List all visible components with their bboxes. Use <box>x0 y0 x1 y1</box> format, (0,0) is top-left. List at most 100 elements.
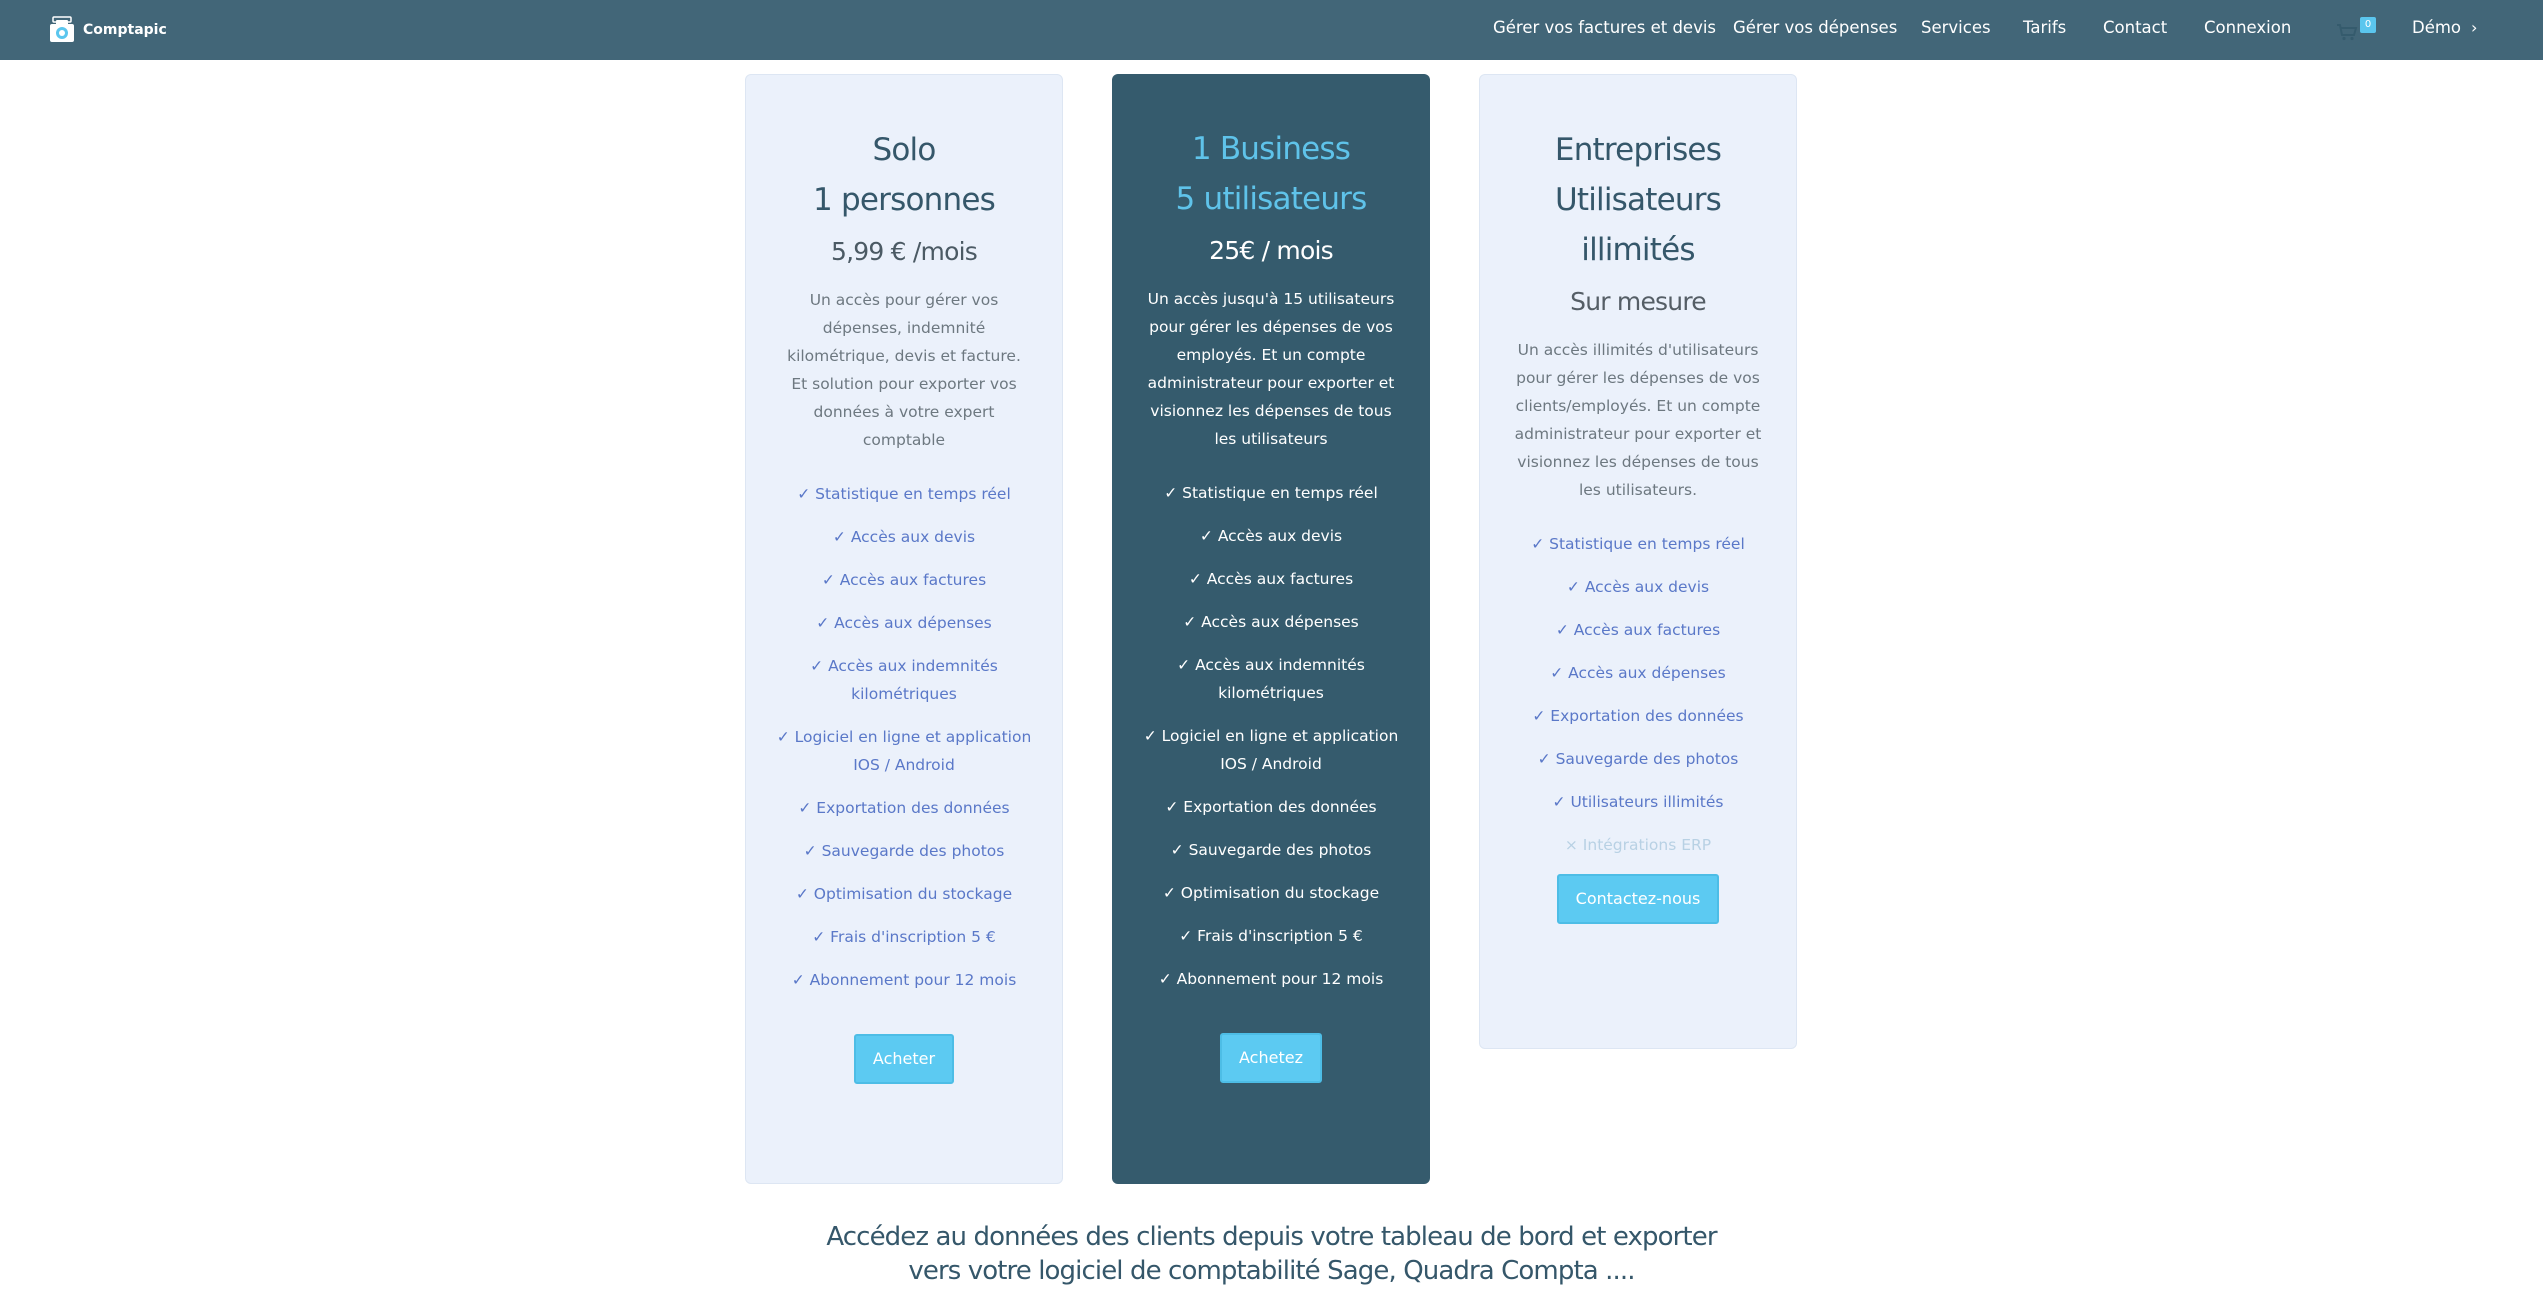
feature-item: ✓ Frais d'inscription 5 € <box>1179 927 1363 945</box>
plan-title-line2: 1 personnes <box>813 182 996 218</box>
feature-item: ✓ Accès aux devis <box>1566 578 1710 596</box>
feature-item: ✓ Exportation des données <box>1165 798 1377 816</box>
plan-title-line1: 1 Business <box>1191 131 1351 167</box>
buy-button-business[interactable]: Achetez <box>1220 1033 1322 1083</box>
feature-item-disabled: × Intégrations ERP <box>1564 836 1712 854</box>
pricing-card-solo: Solo 1 personnes 5,99 € /mois Un accès p… <box>745 74 1063 1184</box>
plan-title-line3: illimités <box>1581 232 1695 268</box>
feature-item: ✓ Logiciel en ligne et application IOS /… <box>776 728 1032 774</box>
feature-item: ✓ Accès aux dépenses <box>816 614 992 632</box>
check-icon: ✓ <box>776 728 790 746</box>
plan-description: Un accès illimités d'utilisateurs pour g… <box>1514 341 1762 499</box>
check-icon: ✓ <box>1158 970 1172 988</box>
cross-icon: × <box>1564 836 1578 854</box>
check-icon: ✓ <box>1537 750 1551 768</box>
feature-item: ✓ Accès aux factures <box>1555 621 1721 639</box>
feature-item: ✓ Exportation des données <box>1532 707 1744 725</box>
camera-logo-icon <box>50 16 74 42</box>
feature-item: ✓ Statistique en temps réel <box>1531 535 1745 553</box>
feature-item: ✓ Accès aux factures <box>821 571 987 589</box>
check-icon: ✓ <box>797 485 811 503</box>
check-icon: ✓ <box>1532 707 1546 725</box>
check-icon: ✓ <box>810 657 824 675</box>
nav-link-contact[interactable]: Contact <box>2103 18 2167 37</box>
bottom-headline-line2: vers votre logiciel de comptabilité Sage… <box>908 1256 1635 1286</box>
check-icon: ✓ <box>1552 793 1566 811</box>
check-icon: ✓ <box>812 928 826 946</box>
cart-count-badge: 0 <box>2360 17 2376 33</box>
check-icon: ✓ <box>1531 535 1545 553</box>
plan-title-line1: Entreprises <box>1554 132 1722 168</box>
contact-button-entreprises[interactable]: Contactez-nous <box>1557 874 1719 924</box>
nav-link-tarifs[interactable]: Tarifs <box>2023 18 2066 37</box>
check-icon: ✓ <box>1170 841 1184 859</box>
feature-item: ✓ Sauvegarde des photos <box>1537 750 1739 768</box>
feature-item: ✓ Statistique en temps réel <box>797 485 1011 503</box>
check-icon: ✓ <box>1165 798 1179 816</box>
check-icon: ✓ <box>1550 664 1564 682</box>
feature-item: ✓ Logiciel en ligne et application IOS /… <box>1143 727 1399 773</box>
bottom-headline-line1: Accédez au données des clients depuis vo… <box>826 1222 1717 1252</box>
check-icon: ✓ <box>1164 484 1178 502</box>
plan-price: Sur mesure <box>1570 287 1706 316</box>
feature-item: ✓ Accès aux indemnités kilométriques <box>810 657 998 703</box>
feature-item: ✓ Accès aux dépenses <box>1183 613 1359 631</box>
feature-list: ✓ Statistique en temps réel ✓ Accès aux … <box>1480 530 1796 859</box>
plan-price: 25€ / mois <box>1209 236 1333 265</box>
plan-title-line2: Utilisateurs <box>1554 182 1722 218</box>
check-icon: ✓ <box>1183 613 1197 631</box>
plan-title-line1: Solo <box>872 132 936 168</box>
nav-link-connexion[interactable]: Connexion <box>2204 18 2291 37</box>
feature-item: ✓ Optimisation du stockage <box>795 885 1013 903</box>
bottom-headline: Accédez au données des clients depuis vo… <box>0 1220 2543 1288</box>
check-icon: ✓ <box>1188 570 1202 588</box>
check-icon: ✓ <box>798 799 812 817</box>
plan-price: 5,99 € /mois <box>831 237 978 266</box>
nav-link-factures-devis[interactable]: Gérer vos factures et devis <box>1493 18 1716 37</box>
check-icon: ✓ <box>791 971 805 989</box>
feature-item: ✓ Abonnement pour 12 mois <box>1158 970 1384 988</box>
plan-title-line2: 5 utilisateurs <box>1175 181 1368 217</box>
feature-item: ✓ Sauvegarde des photos <box>803 842 1005 860</box>
check-icon: ✓ <box>1162 884 1176 902</box>
feature-item: ✓ Sauvegarde des photos <box>1170 841 1372 859</box>
feature-item: ✓ Statistique en temps réel <box>1164 484 1378 502</box>
feature-item: ✓ Accès aux dépenses <box>1550 664 1726 682</box>
feature-item: ✓ Accès aux factures <box>1188 570 1354 588</box>
feature-item: ✓ Accès aux devis <box>1199 527 1343 545</box>
check-icon: ✓ <box>1179 927 1193 945</box>
check-icon: ✓ <box>803 842 817 860</box>
feature-item: ✓ Exportation des données <box>798 799 1010 817</box>
check-icon: ✓ <box>795 885 809 903</box>
nav-link-depenses[interactable]: Gérer vos dépenses <box>1733 18 1897 37</box>
check-icon: ✓ <box>1566 578 1580 596</box>
check-icon: ✓ <box>1199 527 1213 545</box>
check-icon: ✓ <box>1555 621 1569 639</box>
cart-icon <box>2337 24 2358 41</box>
check-icon: ✓ <box>821 571 835 589</box>
cart-button[interactable]: 0 <box>2336 17 2376 43</box>
buy-button-solo[interactable]: Acheter <box>854 1034 954 1084</box>
check-icon: ✓ <box>1143 727 1157 745</box>
feature-item: ✓ Accès aux indemnités kilométriques <box>1177 656 1365 702</box>
pricing-card-business: 1 Business 5 utilisateurs 25€ / mois Un … <box>1112 74 1430 1184</box>
brand-logo[interactable]: Comptapic <box>47 15 167 45</box>
brand-name: Comptapic <box>83 22 167 38</box>
feature-item: ✓ Accès aux devis <box>832 528 976 546</box>
plan-description: Un accès pour gérer vos dépenses, indemn… <box>787 291 1021 449</box>
top-navbar: Comptapic Gérer vos factures et devis Gé… <box>0 0 2543 60</box>
plan-description: Un accès jusqu'à 15 utilisateurs pour gé… <box>1147 290 1395 448</box>
feature-item: ✓ Frais d'inscription 5 € <box>812 928 996 946</box>
pricing-card-entreprises: Entreprises Utilisateurs illimités Sur m… <box>1479 74 1797 1049</box>
demo-label: Démo <box>2412 18 2462 37</box>
chevron-right-icon: › <box>2471 18 2478 37</box>
feature-item: ✓ Utilisateurs illimités <box>1552 793 1724 811</box>
feature-item: ✓ Abonnement pour 12 mois <box>791 971 1017 989</box>
feature-item: ✓ Optimisation du stockage <box>1162 884 1380 902</box>
feature-list: ✓ Statistique en temps réel ✓ Accès aux … <box>746 480 1062 994</box>
check-icon: ✓ <box>816 614 830 632</box>
demo-link[interactable]: Démo › <box>2412 18 2477 37</box>
nav-link-services[interactable]: Services <box>1921 18 1991 37</box>
feature-list: ✓ Statistique en temps réel ✓ Accès aux … <box>1112 479 1430 993</box>
check-icon: ✓ <box>1177 656 1191 674</box>
